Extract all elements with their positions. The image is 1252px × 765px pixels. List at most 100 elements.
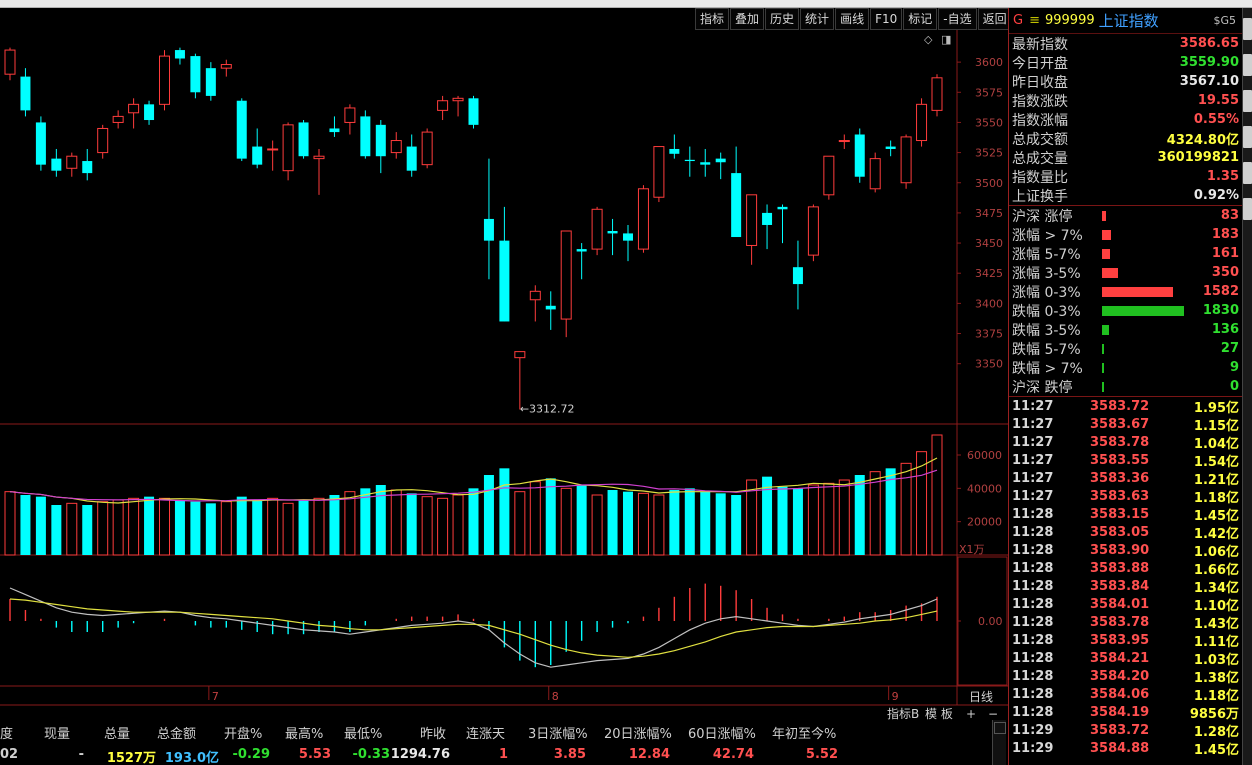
price-tick-label: 3600 [975,56,1003,69]
stat-row: 总成交量 360199821 [1009,148,1242,167]
tick-row: 11:28 3584.06 1.18亿 [1009,685,1242,704]
summary-header[interactable]: 总金额 [157,723,196,742]
toolbar-watchlist-button[interactable]: -自选 [938,8,977,30]
chart-toolbar: 指标 叠加 历史 统计 画线 F10 标记 -自选 返回 [694,8,1012,30]
tick-row: 11:29 3584.88 1.45亿 [1009,739,1242,758]
summary-header[interactable]: 开盘% [224,723,262,742]
summary-header[interactable]: 最高% [285,723,323,742]
tick-row: 11:27 3583.55 1.54亿 [1009,451,1242,470]
edge-button[interactable] [1243,54,1252,76]
summary-header[interactable]: 20日涨幅% [604,723,672,742]
kline-chart[interactable]: 3600 3575 3550 3525 3500 3475 3450 3425 3400 3375… [0,30,1008,720]
summary-value: 3.85 [553,747,586,762]
stat-value: 4324.80亿 [1166,133,1239,148]
volume-bar [715,493,726,555]
tick-time: 11:28 [1012,524,1054,540]
tick-row: 11:28 3584.19 9856万 [1009,703,1242,722]
summary-value: 193.0亿 [164,751,219,765]
summary-value: 02 [0,747,19,762]
tick-row: 11:28 3584.21 1.03亿 [1009,649,1242,668]
volume-bar [885,468,896,555]
edge-button[interactable] [1243,90,1252,112]
edge-button[interactable] [1243,18,1252,40]
tick-price: 3583.05 [1090,524,1150,540]
volume-bar [452,494,464,556]
edge-button[interactable] [1243,126,1252,148]
summary-header[interactable]: 现量 [44,723,70,742]
tick-time: 11:28 [1012,578,1054,594]
menu-icon[interactable]: ≡ [1029,13,1040,28]
distribution-label: 涨幅 0-3% [1012,284,1081,301]
summary-header[interactable]: 度 [0,723,13,742]
tick-volume: 1.34亿 [1193,580,1239,596]
candle-body [777,206,788,210]
distribution-count: 136 [1211,322,1239,337]
candle-body [390,140,402,154]
summary-header[interactable]: 昨收 [420,723,446,742]
volume-bar [468,488,479,555]
candle-body [82,161,93,174]
toolbar-indicator-button[interactable]: 指标 [695,8,730,30]
candle-body [252,146,263,165]
distribution-row: 跌幅 0-3% 1830 [1009,301,1242,320]
edge-button[interactable] [1243,198,1252,220]
scroll-thumb[interactable] [994,722,1006,734]
stat-label: 指数量比 [1012,169,1068,186]
sg-label[interactable]: $G5 [1213,14,1236,27]
zoom-out-button[interactable]: − [988,707,998,720]
tick-volume: 1.15亿 [1193,418,1239,434]
tick-price: 3583.84 [1090,578,1150,594]
price-tick-label: 3350 [975,358,1003,371]
summary-header[interactable]: 60日涨幅% [688,723,756,742]
distribution-row: 涨幅 0-3% 1582 [1009,282,1242,301]
market-g-label[interactable]: G [1013,13,1023,28]
candle-body [220,64,232,69]
tick-price: 3583.90 [1090,542,1150,558]
tick-price: 3583.67 [1090,416,1150,432]
candle-body [128,103,140,114]
tick-volume: 1.66亿 [1193,562,1239,578]
summary-header[interactable]: 连涨天 [466,723,505,742]
summary-scrollbar[interactable] [992,720,1006,765]
distribution-label: 跌幅 > 7% [1012,360,1083,377]
toolbar-back-button[interactable]: 返回 [977,8,1012,30]
diamond-icon: ◇ [924,34,933,46]
distribution-label: 涨幅 3-5% [1012,265,1081,282]
summary-header[interactable]: 年初至今% [772,723,836,742]
tick-time: 11:28 [1012,614,1054,630]
price-tick-label: 3500 [975,177,1003,190]
stock-name: 上证指数 [1098,12,1159,30]
tick-list[interactable]: 11:27 3583.72 1.95亿 11:27 3583.67 1.15亿 11:27 3… [1009,397,1242,758]
candle-body [823,155,835,196]
distribution-bar [1102,210,1106,221]
toolbar-history-button[interactable]: 历史 [765,8,800,30]
zoom-in-button[interactable]: + [966,707,976,720]
summary-header[interactable]: 最低% [344,723,382,742]
volume-bar [869,471,881,556]
summary-header[interactable]: 3日涨幅% [528,723,588,742]
summary-value: 1527万 [106,751,156,765]
tick-volume: 1.10亿 [1193,598,1239,614]
low-price-marker: ←3312.72 [520,403,575,416]
stat-row: 指数涨跌 19.55 [1009,91,1242,110]
tick-time: 11:29 [1012,722,1054,738]
stat-label: 总成交额 [1012,131,1068,148]
tick-row: 11:27 3583.67 1.15亿 [1009,415,1242,434]
stat-row: 总成交额 4324.80亿 [1009,129,1242,149]
toolbar-statistics-button[interactable]: 统计 [800,8,835,30]
tick-price: 3583.63 [1090,488,1150,504]
edge-button[interactable] [1243,162,1252,184]
toolbar-f10-button[interactable]: F10 [870,8,903,30]
distribution-label: 跌幅 3-5% [1012,322,1081,339]
volume-bar [190,501,201,555]
volume-bar [66,502,78,556]
distribution-row: 跌幅 > 7% 9 [1009,358,1242,377]
tick-price: 3584.21 [1090,650,1150,666]
toolbar-overlay-button[interactable]: 叠加 [730,8,765,30]
tick-time: 11:28 [1012,686,1054,702]
toolbar-drawing-button[interactable]: 画线 [835,8,870,30]
summary-value: 5.53 [298,747,331,762]
candle-body [591,208,603,250]
toolbar-mark-button[interactable]: 标记 [903,8,938,30]
summary-header[interactable]: 总量 [104,723,130,742]
